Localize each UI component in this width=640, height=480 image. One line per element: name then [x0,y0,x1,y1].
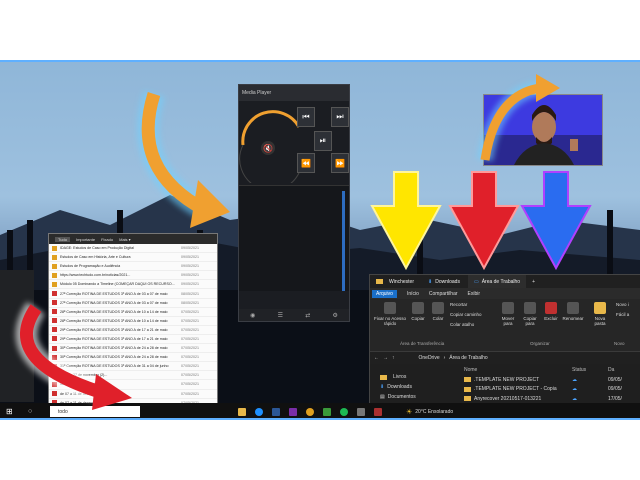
webcam-curved-arrow [477,74,560,162]
orange-curved-arrow [137,90,230,228]
yellow-down-arrow [370,171,442,271]
bottom-letterbox [0,420,640,480]
red-down-arrow [448,171,520,271]
top-letterbox [0,0,640,60]
red-curved-arrow [15,301,132,410]
annotation-arrows [15,74,592,410]
desktop: Media Player 🔇 ⏮ ⏭ ⏯ ⏪ ⏩ ◉ ☰ ⇄ ⚙ Tudo Im… [0,60,640,420]
blue-down-arrow [520,171,592,271]
screen-top-edge [0,60,640,62]
screen-bottom-edge [0,418,640,420]
